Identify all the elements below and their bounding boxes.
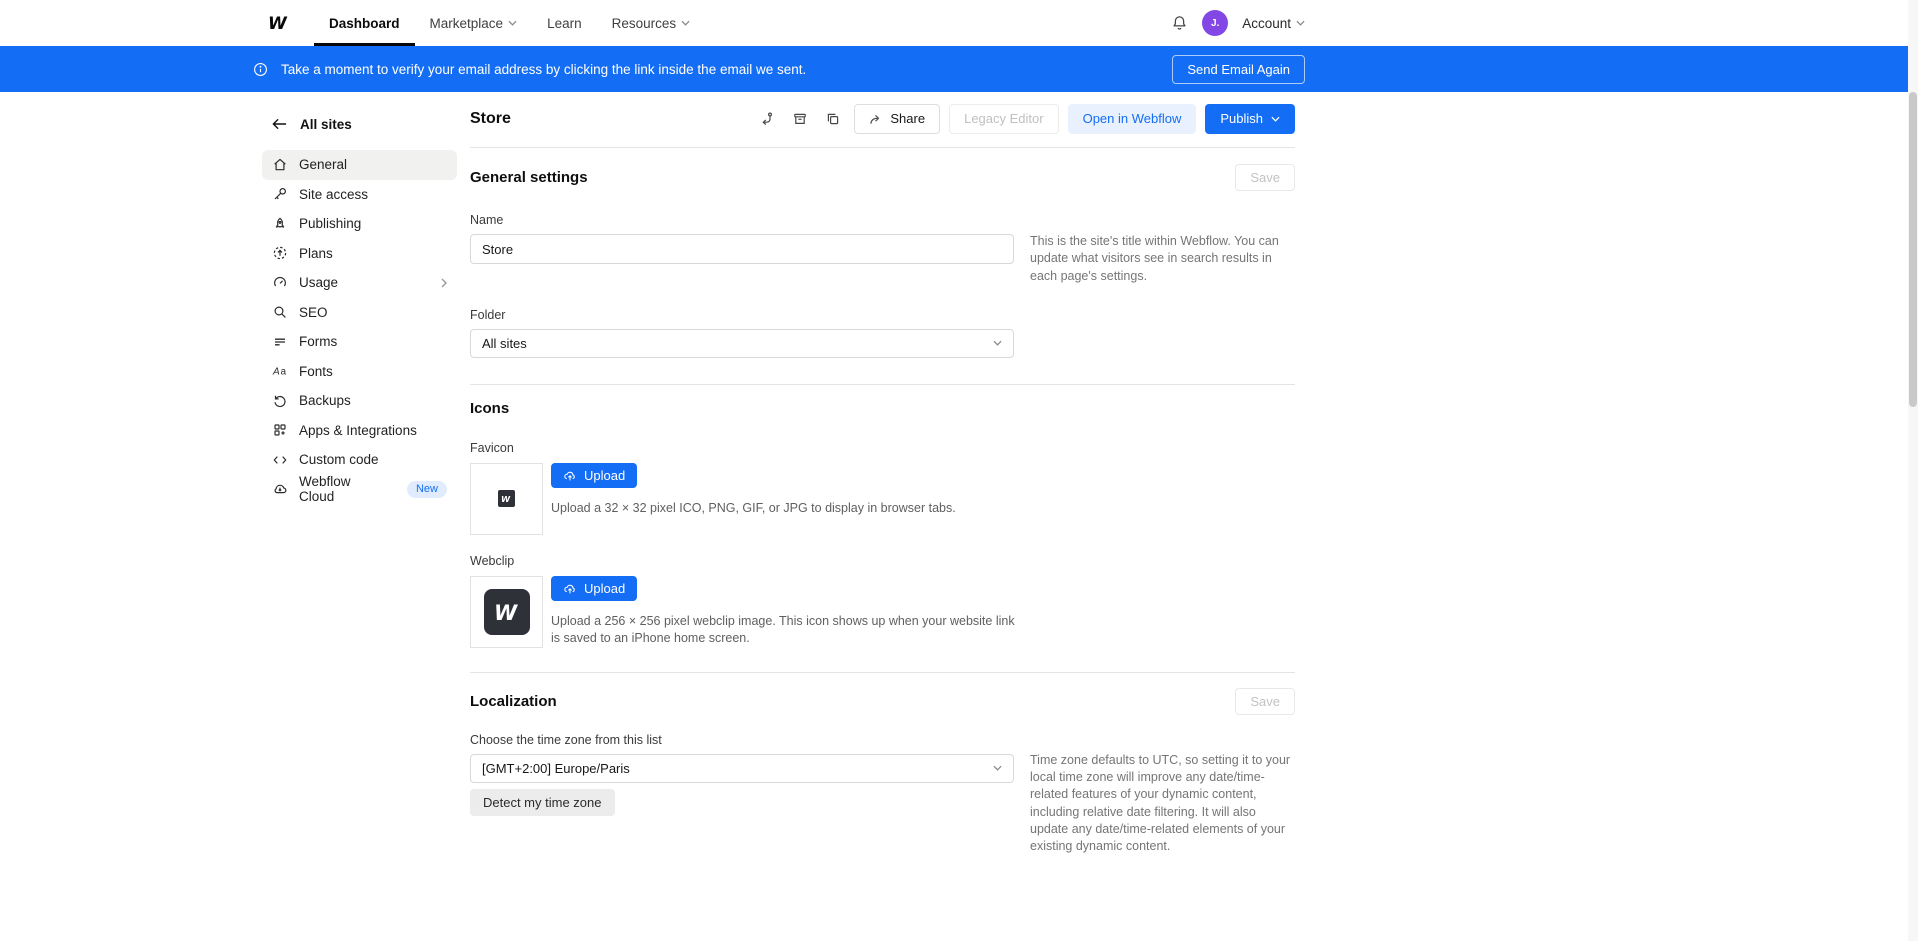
svg-text:W: W — [268, 14, 288, 32]
folder-label: Folder — [470, 308, 1014, 322]
back-arrow-icon — [272, 118, 287, 130]
notifications-bell-icon[interactable] — [1171, 14, 1188, 32]
top-nav: W Dashboard Marketplace Learn Resources … — [0, 0, 1918, 46]
favicon-upload-button[interactable]: Upload — [551, 463, 637, 488]
webclip-label: Webclip — [470, 554, 1295, 568]
webclip-upload-button[interactable]: Upload — [551, 576, 637, 601]
fonts-icon: Aa — [272, 363, 288, 379]
rocket-icon — [272, 216, 288, 232]
gauge-icon — [272, 275, 288, 291]
chevron-down-icon — [681, 20, 690, 26]
chevron-right-icon — [441, 278, 447, 288]
vertical-scrollbar-track — [1908, 0, 1918, 941]
localization-heading: Localization — [470, 693, 557, 710]
nav-item-learn[interactable]: Learn — [532, 0, 597, 46]
upload-cloud-icon — [563, 469, 577, 482]
share-button[interactable]: Share — [854, 104, 940, 134]
sidebar-item-fonts[interactable]: Aa Fonts — [262, 357, 457, 387]
timezone-label: Choose the time zone from this list — [470, 733, 1014, 747]
section-divider — [470, 672, 1295, 673]
forms-icon — [272, 334, 288, 350]
plans-icon — [272, 245, 288, 261]
backups-icon — [272, 393, 288, 409]
search-icon — [272, 304, 288, 320]
page-title: Store — [470, 110, 511, 128]
site-name-input[interactable] — [470, 234, 1014, 264]
settings-sidebar: All sites General Site access Publishing… — [262, 92, 457, 855]
send-email-again-button[interactable]: Send Email Again — [1172, 55, 1305, 84]
webflow-logo-icon[interactable]: W — [268, 14, 292, 32]
chevron-down-icon — [993, 765, 1002, 771]
nav-item-marketplace[interactable]: Marketplace — [415, 0, 533, 46]
sidebar-item-seo[interactable]: SEO — [262, 298, 457, 328]
upload-cloud-icon — [563, 582, 577, 595]
email-verify-banner: Take a moment to verify your email addre… — [0, 46, 1918, 92]
key-icon — [272, 186, 288, 202]
settings-main: Store Share Legacy Editor Open in Webflo… — [470, 92, 1295, 855]
info-icon — [253, 62, 268, 77]
chevron-down-icon — [508, 20, 517, 26]
sidebar-item-publishing[interactable]: Publishing — [262, 209, 457, 239]
name-help-text: This is the site's title within Webflow.… — [1030, 213, 1295, 285]
sidebar-item-plans[interactable]: Plans — [262, 239, 457, 269]
sidebar-item-site-access[interactable]: Site access — [262, 180, 457, 210]
account-menu[interactable]: Account — [1242, 16, 1305, 31]
icons-heading: Icons — [470, 400, 1295, 417]
webclip-preview: W — [470, 576, 543, 648]
apps-icon — [272, 422, 288, 438]
webclip-image: W — [484, 589, 530, 635]
chevron-down-icon — [993, 340, 1002, 346]
favicon-label: Favicon — [470, 441, 1295, 455]
chevron-down-icon — [1296, 20, 1305, 26]
new-badge: New — [407, 481, 447, 498]
svg-text:A: A — [272, 367, 280, 378]
transfer-site-icon[interactable] — [755, 107, 779, 131]
sidebar-item-forms[interactable]: Forms — [262, 327, 457, 357]
webclip-help-text: Upload a 256 × 256 pixel webclip image. … — [551, 613, 1016, 648]
name-label: Name — [470, 213, 1014, 227]
nav-item-resources[interactable]: Resources — [597, 0, 706, 46]
back-to-all-sites[interactable]: All sites — [262, 112, 457, 136]
general-save-button[interactable]: Save — [1235, 164, 1295, 191]
section-divider — [470, 384, 1295, 385]
localization-save-button[interactable]: Save — [1235, 688, 1295, 715]
timezone-select[interactable]: [GMT+2:00] Europe/Paris — [470, 754, 1014, 783]
folder-select[interactable]: All sites — [470, 329, 1014, 358]
vertical-scrollbar-thumb[interactable] — [1909, 92, 1917, 407]
avatar[interactable]: J. — [1202, 10, 1228, 36]
svg-text:W: W — [494, 601, 518, 623]
open-in-webflow-button[interactable]: Open in Webflow — [1068, 104, 1197, 134]
sidebar-item-backups[interactable]: Backups — [262, 386, 457, 416]
favicon-help-text: Upload a 32 × 32 pixel ICO, PNG, GIF, or… — [551, 500, 956, 518]
sidebar-item-usage[interactable]: Usage — [262, 268, 457, 298]
timezone-help-text: Time zone defaults to UTC, so setting it… — [1030, 733, 1295, 856]
code-icon — [272, 452, 288, 468]
share-arrow-icon — [869, 113, 882, 125]
header-divider — [470, 147, 1295, 148]
duplicate-site-icon[interactable] — [821, 107, 845, 131]
chevron-down-icon — [1271, 116, 1280, 122]
publish-button[interactable]: Publish — [1205, 104, 1295, 134]
banner-message: Take a moment to verify your email addre… — [281, 62, 806, 77]
sidebar-item-custom-code[interactable]: Custom code — [262, 445, 457, 475]
nav-links: Dashboard Marketplace Learn Resources — [314, 0, 705, 46]
favicon-image: W — [498, 490, 515, 507]
cloud-icon — [272, 481, 288, 497]
nav-item-dashboard[interactable]: Dashboard — [314, 0, 415, 46]
archive-site-icon[interactable] — [788, 107, 812, 131]
home-icon — [272, 157, 288, 173]
sidebar-item-apps-integrations[interactable]: Apps & Integrations — [262, 416, 457, 446]
svg-text:a: a — [281, 367, 287, 378]
favicon-preview: W — [470, 463, 543, 535]
sidebar-item-general[interactable]: General — [262, 150, 457, 180]
sidebar-item-webflow-cloud[interactable]: Webflow Cloud New — [262, 475, 457, 505]
detect-timezone-button[interactable]: Detect my time zone — [470, 789, 615, 816]
svg-text:W: W — [501, 494, 511, 504]
legacy-editor-button[interactable]: Legacy Editor — [949, 104, 1059, 134]
content-area: All sites General Site access Publishing… — [0, 92, 1918, 855]
general-settings-heading: General settings — [470, 169, 588, 186]
